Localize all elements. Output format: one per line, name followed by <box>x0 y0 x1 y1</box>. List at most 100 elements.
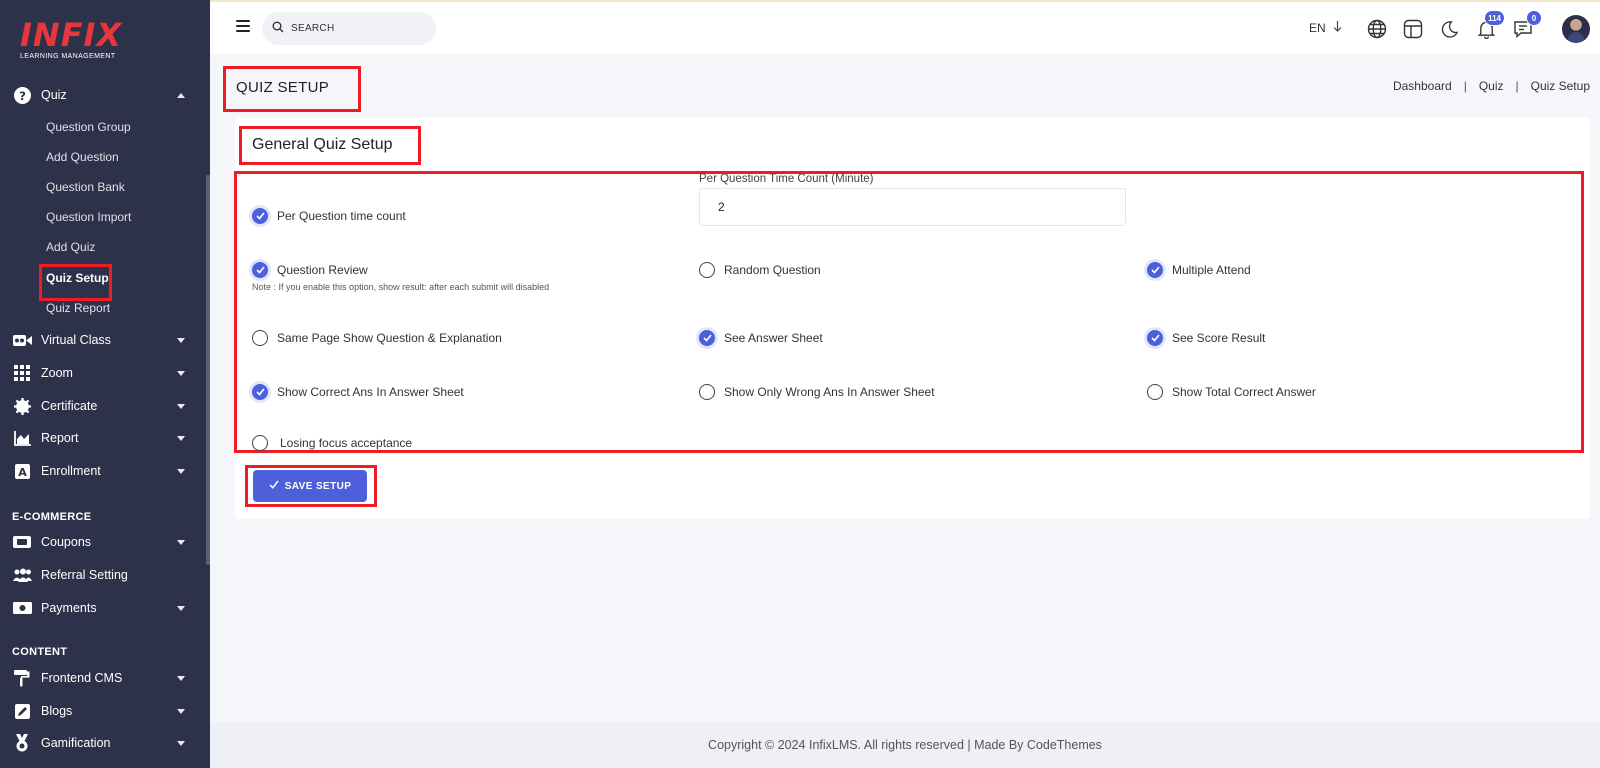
option-show-correct-ans[interactable]: Show Correct Ans In Answer Sheet <box>252 382 464 402</box>
section-title-ecommerce: E-COMMERCE <box>12 511 92 523</box>
sidebar-item-payments[interactable]: Payments <box>0 592 205 624</box>
option-see-answer-sheet[interactable]: See Answer Sheet <box>699 328 823 348</box>
logo-text: INFIX <box>20 16 123 54</box>
sidebar-subitem-question-bank[interactable]: Question Bank <box>46 177 125 197</box>
sidebar-subitem-add-question[interactable]: Add Question <box>46 147 119 167</box>
time-count-input[interactable] <box>699 188 1126 226</box>
checkbox-unchecked-icon[interactable] <box>1147 384 1163 400</box>
option-label: Question Review <box>277 263 368 277</box>
option-label: Multiple Attend <box>1172 263 1251 277</box>
sidebar-item-label: Certificate <box>41 399 98 413</box>
logo-tagline: LEARNING MANAGEMENT <box>20 53 116 60</box>
time-count-label: Per Question Time Count (Minute) <box>699 173 874 185</box>
sidebar-item-referral-setting[interactable]: Referral Setting <box>0 559 205 591</box>
option-label: Same Page Show Question & Explanation <box>277 331 502 345</box>
breadcrumb-quiz[interactable]: Quiz <box>1479 79 1504 93</box>
sidebar: INFIX LEARNING MANAGEMENT ? Quiz Questio… <box>0 0 210 768</box>
option-label: Show Total Correct Answer <box>1172 385 1316 399</box>
chevron-down-icon <box>177 606 185 611</box>
sidebar-item-report[interactable]: Report <box>0 422 205 454</box>
checkbox-checked-icon[interactable] <box>1147 330 1163 346</box>
sidebar-item-label: Blogs <box>41 704 73 718</box>
globe-icon[interactable] <box>1366 18 1388 40</box>
sidebar-scrollbar[interactable] <box>206 175 210 565</box>
checkbox-unchecked-icon[interactable] <box>699 262 715 278</box>
grid-icon <box>12 364 32 382</box>
option-losing-focus[interactable]: Losing focus acceptance <box>252 433 412 453</box>
sidebar-item-enrollment[interactable]: A Enrollment <box>0 455 205 487</box>
sidebar-item-coupons[interactable]: Coupons <box>0 526 205 558</box>
medal-icon <box>12 734 32 752</box>
avatar[interactable] <box>1562 15 1590 43</box>
page-title: QUIZ SETUP <box>236 79 330 96</box>
sidebar-item-label: Gamification <box>41 736 111 750</box>
sidebar-item-label: Zoom <box>41 366 73 380</box>
sidebar-item-certificate[interactable]: Certificate <box>0 390 205 422</box>
gear-badge-icon <box>12 397 32 415</box>
check-icon <box>269 480 279 492</box>
option-label: Show Only Wrong Ans In Answer Sheet <box>724 385 935 399</box>
messages-badge: 0 <box>1526 10 1542 26</box>
card-title: General Quiz Setup <box>252 136 393 153</box>
sidebar-subitem-question-group[interactable]: Question Group <box>46 117 131 137</box>
checkbox-checked-icon[interactable] <box>252 262 268 278</box>
search-box[interactable] <box>262 12 436 45</box>
sidebar-item-label: Frontend CMS <box>41 671 123 685</box>
footer: Copyright © 2024 InfixLMS. All rights re… <box>210 722 1600 768</box>
moon-icon[interactable] <box>1438 18 1460 40</box>
checkbox-unchecked-icon[interactable] <box>699 384 715 400</box>
hamburger-menu-icon[interactable] <box>236 20 250 32</box>
option-label: Random Question <box>724 263 821 277</box>
chevron-down-icon <box>177 540 185 545</box>
paint-roller-icon <box>12 669 32 687</box>
chevron-down-icon <box>177 676 185 681</box>
sidebar-item-virtual-class[interactable]: Virtual Class <box>0 324 205 356</box>
option-see-score-result[interactable]: See Score Result <box>1147 328 1265 348</box>
option-show-total-correct[interactable]: Show Total Correct Answer <box>1147 382 1316 402</box>
search-icon <box>272 20 284 38</box>
checkbox-checked-icon[interactable] <box>252 208 268 224</box>
sidebar-item-gamification[interactable]: Gamification <box>0 727 205 759</box>
breadcrumb-dashboard[interactable]: Dashboard <box>1393 79 1452 93</box>
sidebar-item-label: Enrollment <box>41 464 101 478</box>
checkbox-checked-icon[interactable] <box>1147 262 1163 278</box>
sidebar-item-blogs[interactable]: Blogs <box>0 695 205 727</box>
bell-icon[interactable]: 114 <box>1475 10 1505 40</box>
checkbox-checked-icon[interactable] <box>699 330 715 346</box>
arrow-down-icon <box>1333 21 1342 35</box>
sidebar-item-zoom[interactable]: Zoom <box>0 357 205 389</box>
option-per-question-time[interactable]: Per Question time count <box>252 206 406 226</box>
sidebar-item-frontend-cms[interactable]: Frontend CMS <box>0 662 205 694</box>
layout-icon[interactable] <box>1402 18 1424 40</box>
save-setup-button[interactable]: SAVE SETUP <box>253 470 367 502</box>
option-same-page[interactable]: Same Page Show Question & Explanation <box>252 328 502 348</box>
users-icon <box>12 566 32 584</box>
option-question-review[interactable]: Question Review <box>252 260 368 280</box>
topbar: EN 114 0 <box>210 0 1600 54</box>
sidebar-subitem-add-quiz[interactable]: Add Quiz <box>46 237 95 257</box>
chat-icon[interactable]: 0 <box>1512 10 1542 40</box>
area-chart-icon <box>12 429 32 447</box>
sidebar-item-label: Coupons <box>41 535 92 549</box>
checkbox-checked-icon[interactable] <box>252 384 268 400</box>
sidebar-subitem-question-import[interactable]: Question Import <box>46 207 131 227</box>
sidebar-item-label: Referral Setting <box>41 568 128 582</box>
search-input[interactable] <box>291 23 421 34</box>
language-selector[interactable]: EN <box>1309 21 1342 35</box>
svg-text:?: ? <box>19 88 26 102</box>
chevron-down-icon <box>177 404 185 409</box>
sidebar-subitem-quiz-report[interactable]: Quiz Report <box>46 298 110 318</box>
option-label: Per Question time count <box>277 209 406 223</box>
option-show-only-wrong[interactable]: Show Only Wrong Ans In Answer Sheet <box>699 382 935 402</box>
option-multiple-attend[interactable]: Multiple Attend <box>1147 260 1251 280</box>
option-label: See Answer Sheet <box>724 331 823 345</box>
checkbox-unchecked-icon[interactable] <box>252 435 268 451</box>
sidebar-item-label: Report <box>41 431 79 445</box>
sidebar-item-label: Payments <box>41 601 97 615</box>
checkbox-unchecked-icon[interactable] <box>252 330 268 346</box>
save-setup-label: SAVE SETUP <box>284 480 352 492</box>
logo[interactable]: INFIX LEARNING MANAGEMENT <box>20 18 122 60</box>
sidebar-item-quiz[interactable]: ? Quiz <box>0 79 205 111</box>
option-random-question[interactable]: Random Question <box>699 260 821 280</box>
chevron-down-icon <box>177 469 185 474</box>
